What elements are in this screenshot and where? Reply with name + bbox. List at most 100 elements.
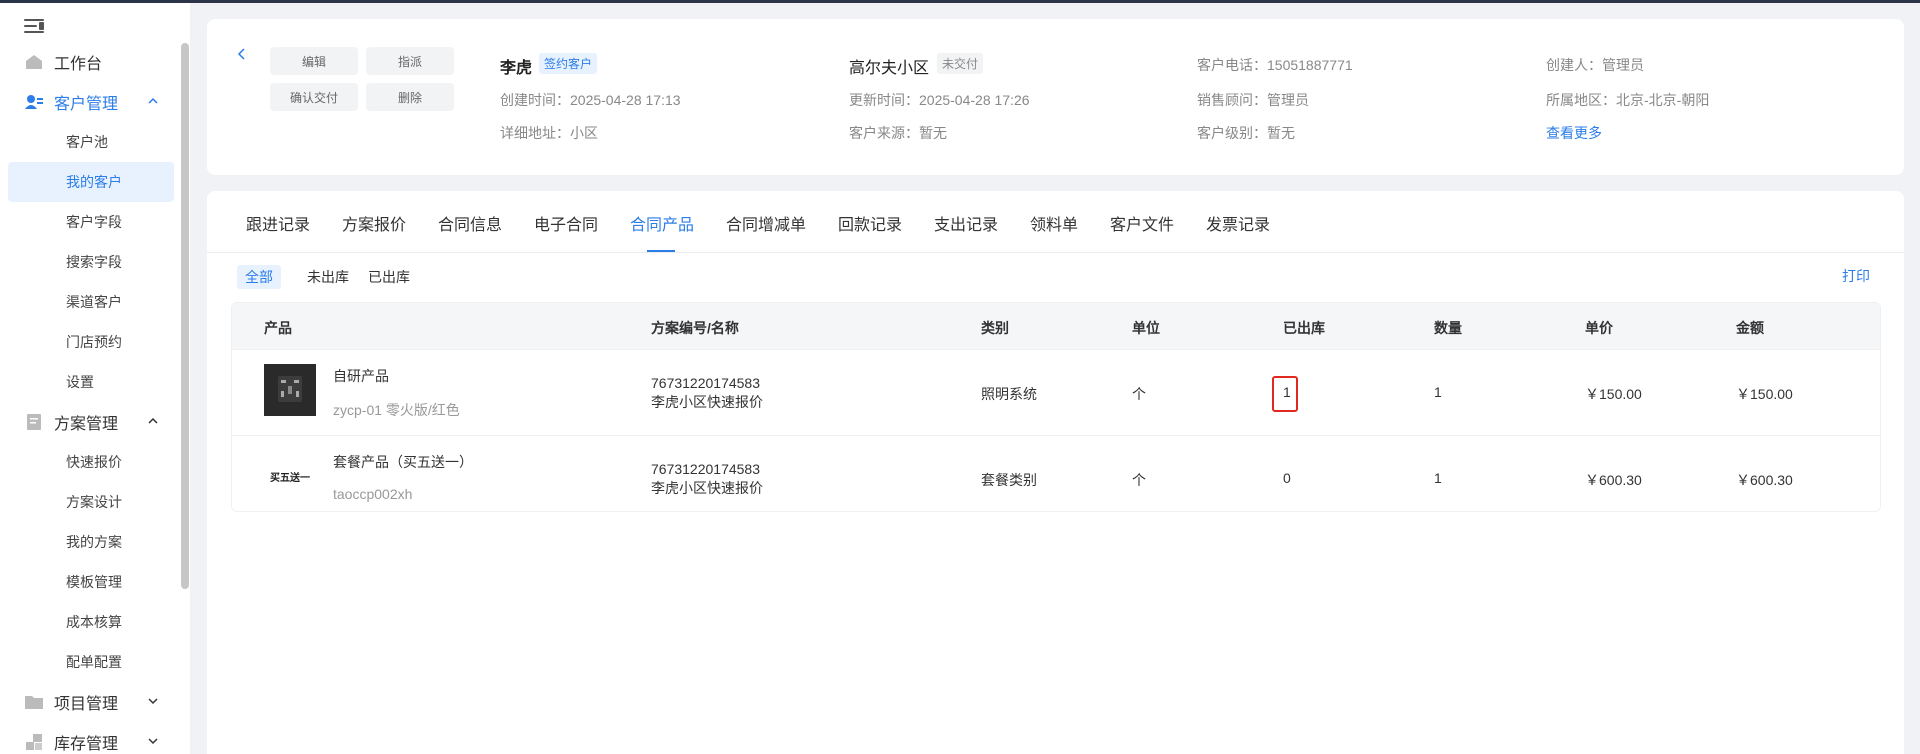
top-border [0, 0, 1920, 3]
product-spec: zycp-01 零火版/红色 [333, 402, 460, 418]
address: 详细地址：小区 [500, 125, 598, 141]
sidebar-item-label: 模板管理 [66, 574, 122, 590]
edit-button[interactable]: 编辑 [270, 47, 358, 75]
tab-payment-records[interactable]: 回款记录 [838, 211, 902, 235]
delivery-status-badge: 未交付 [937, 53, 984, 74]
filter-all[interactable]: 全部 [237, 265, 281, 289]
sidebar-scrollbar[interactable] [181, 43, 189, 589]
document-icon [27, 414, 41, 430]
quantity: 1 [1434, 470, 1442, 486]
sidebar-item-order-config[interactable]: 配单配置 [8, 642, 174, 682]
creator: 创建人：管理员 [1546, 57, 1644, 73]
sidebar-item-template-management[interactable]: 模板管理 [8, 562, 174, 602]
sidebar-item-label: 渠道客户 [66, 294, 122, 310]
unit: 个 [1132, 386, 1146, 402]
col-unit-price: 单价 [1585, 320, 1613, 336]
quantity: 1 [1434, 384, 1442, 400]
tab-contract-products[interactable]: 合同产品 [630, 211, 694, 235]
sidebar-item-label: 搜索字段 [66, 254, 122, 270]
unit-price: ￥600.30 [1585, 472, 1642, 488]
assign-button[interactable]: 指派 [366, 47, 454, 75]
sidebar-item-my-customers[interactable]: 我的客户 [8, 162, 174, 202]
confirm-delivery-button[interactable]: 确认交付 [270, 83, 358, 111]
sidebar-item-store-appointments[interactable]: 门店预约 [8, 322, 174, 362]
customer-level: 客户级别：暂无 [1197, 125, 1295, 141]
sidebar-item-project-management[interactable]: 项目管理 [8, 682, 174, 722]
sidebar-item-label: 库存管理 [54, 736, 119, 753]
sidebar-item-label: 方案管理 [54, 416, 119, 433]
sidebar-item-label: 我的方案 [66, 534, 122, 550]
product-name: 自研产品 [333, 368, 389, 384]
sidebar-item-label: 我的客户 [66, 174, 122, 190]
tab-contract-info[interactable]: 合同信息 [438, 211, 502, 235]
menu-collapse-icon[interactable] [24, 17, 46, 35]
product-spec: taoccp002xh [333, 486, 413, 502]
amount: ￥600.30 [1736, 472, 1793, 488]
filter-shipped[interactable]: 已出库 [360, 265, 418, 289]
sidebar-item-customer-management[interactable]: 客户管理 [8, 82, 174, 122]
unit: 个 [1132, 472, 1146, 488]
table-row[interactable]: 自研产品 zycp-01 零火版/红色 76731220174583 李虎小区快… [232, 349, 1880, 435]
folder-icon [25, 696, 43, 709]
shipped-count: 1 [1283, 384, 1291, 400]
back-icon[interactable] [235, 47, 249, 61]
filter-not-shipped[interactable]: 未出库 [299, 265, 357, 289]
plan-name: 李虎小区快速报价 [651, 480, 763, 496]
tab-e-contract[interactable]: 电子合同 [534, 211, 598, 235]
category: 套餐类别 [981, 472, 1037, 488]
category: 照明系统 [981, 386, 1037, 402]
customer-header-card: 编辑 指派 确认交付 删除 李虎 签约客户 创建时间：2025-04-28 17… [207, 19, 1904, 175]
delete-button[interactable]: 删除 [366, 83, 454, 111]
col-plan: 方案编号/名称 [651, 320, 739, 336]
sidebar-item-workbench[interactable]: 工作台 [8, 42, 174, 82]
print-link[interactable]: 打印 [1842, 266, 1870, 286]
tab-material-requisition[interactable]: 领料单 [1030, 211, 1078, 235]
col-shipped: 已出库 [1283, 320, 1325, 336]
sidebar-item-label: 方案设计 [66, 494, 122, 510]
col-product: 产品 [264, 320, 292, 336]
customer-source: 客户来源：暂无 [849, 125, 947, 141]
sidebar-item-customer-fields[interactable]: 客户字段 [8, 202, 174, 242]
updated-time: 更新时间：2025-04-28 17:26 [849, 92, 1030, 108]
table-row[interactable]: 买五送一 套餐产品（买五送一） taoccp002xh 767312201745… [232, 435, 1880, 511]
plan-number: 76731220174583 [651, 375, 761, 391]
tab-follow-up[interactable]: 跟进记录 [246, 211, 310, 235]
sidebar-item-inventory-management[interactable]: 库存管理 [8, 722, 174, 754]
customer-status-badge: 签约客户 [539, 53, 598, 74]
sidebar-item-label: 客户池 [66, 134, 108, 150]
sidebar-item-quick-quote[interactable]: 快速报价 [8, 442, 174, 482]
sidebar-item-customer-pool[interactable]: 客户池 [8, 122, 174, 162]
sidebar-item-plan-management[interactable]: 方案管理 [8, 402, 174, 442]
customer-phone: 客户电话：15051887771 [1197, 57, 1353, 73]
sidebar-item-settings[interactable]: 设置 [8, 362, 174, 402]
tab-invoice-records[interactable]: 发票记录 [1206, 211, 1270, 235]
sidebar-item-plan-design[interactable]: 方案设计 [8, 482, 174, 522]
tab-customer-files[interactable]: 客户文件 [1110, 211, 1174, 235]
contract-products-panel: 跟进记录 方案报价 合同信息 电子合同 合同产品 合同增减单 回款记录 支出记录… [207, 191, 1904, 754]
product-name: 套餐产品（买五送一） [333, 454, 473, 470]
product-thumbnail [264, 364, 316, 416]
sidebar-item-cost-accounting[interactable]: 成本核算 [8, 602, 174, 642]
view-more-link[interactable]: 查看更多 [1546, 123, 1602, 143]
shipped-count: 0 [1283, 470, 1291, 486]
sidebar-item-label: 工作台 [54, 56, 103, 73]
plan-number: 76731220174583 [651, 461, 761, 477]
sidebar-item-label: 项目管理 [54, 696, 119, 713]
chevron-up-icon [148, 97, 158, 104]
tab-plan-quote[interactable]: 方案报价 [342, 211, 406, 235]
inventory-icon [26, 734, 42, 750]
sidebar-item-label: 客户管理 [54, 96, 119, 113]
sidebar-item-search-fields[interactable]: 搜索字段 [8, 242, 174, 282]
sidebar-item-channel-customers[interactable]: 渠道客户 [8, 282, 174, 322]
tab-contract-changes[interactable]: 合同增减单 [726, 211, 806, 235]
col-category: 类别 [981, 320, 1009, 336]
customer-name: 李虎 [500, 60, 533, 77]
customer-icon [25, 95, 43, 109]
chevron-up-icon [148, 417, 158, 424]
tab-expense-records[interactable]: 支出记录 [934, 211, 998, 235]
home-icon [26, 55, 42, 69]
sidebar-item-label: 设置 [66, 374, 94, 390]
sidebar: 工作台 客户管理 客户池 我的客户 客户字段 搜索字段 渠道客户 门店预约 设置… [0, 3, 190, 754]
sidebar-item-my-plans[interactable]: 我的方案 [8, 522, 174, 562]
sidebar-item-label: 客户字段 [66, 214, 122, 230]
